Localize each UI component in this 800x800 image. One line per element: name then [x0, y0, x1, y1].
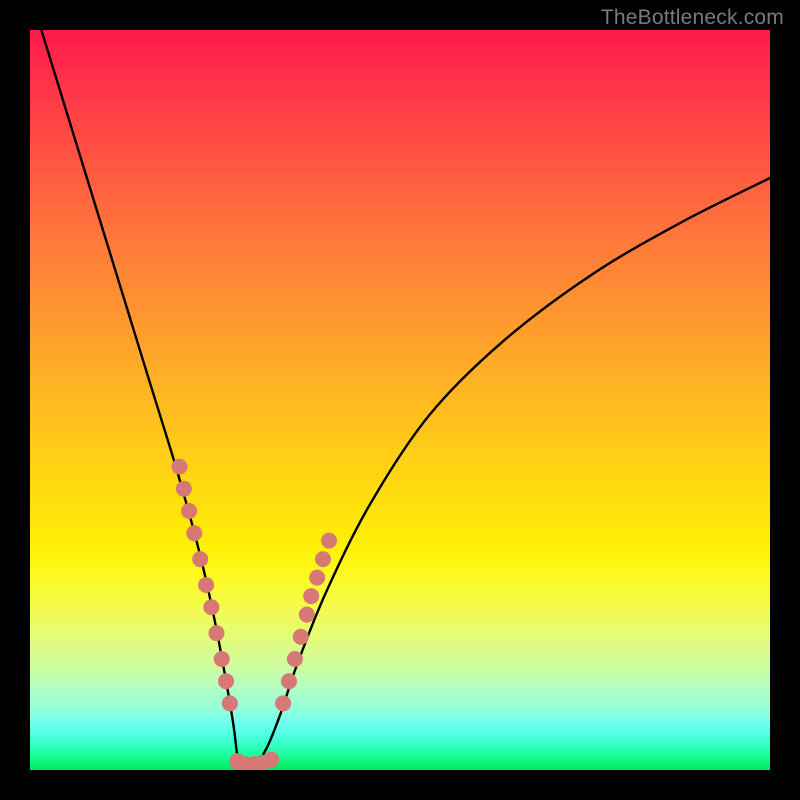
- watermark-text: TheBottleneck.com: [601, 6, 784, 30]
- data-point: [315, 551, 331, 567]
- data-point: [209, 625, 225, 641]
- data-point: [293, 629, 309, 645]
- chart-svg: [30, 30, 770, 770]
- data-point: [287, 651, 303, 667]
- data-point: [263, 752, 279, 768]
- data-points: [172, 459, 338, 770]
- data-point: [303, 588, 319, 604]
- chart-frame: TheBottleneck.com: [0, 0, 800, 800]
- curve-group: [30, 30, 770, 770]
- data-point: [214, 651, 230, 667]
- data-point: [222, 695, 238, 711]
- data-point: [172, 459, 188, 475]
- data-point: [186, 525, 202, 541]
- data-point: [299, 607, 315, 623]
- bottleneck-curve: [30, 30, 770, 770]
- data-point: [321, 533, 337, 549]
- data-point: [309, 570, 325, 586]
- data-point: [218, 673, 234, 689]
- data-point: [192, 551, 208, 567]
- data-point: [198, 577, 214, 593]
- plot-area: [30, 30, 770, 770]
- data-point: [181, 503, 197, 519]
- data-point: [275, 695, 291, 711]
- data-point: [281, 673, 297, 689]
- data-point: [203, 599, 219, 615]
- data-point: [176, 481, 192, 497]
